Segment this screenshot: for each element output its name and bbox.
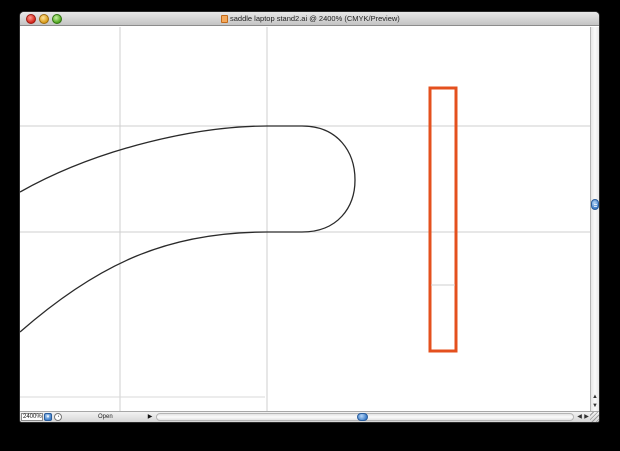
selected-rectangle[interactable] <box>428 86 458 353</box>
document-proxy-icon[interactable] <box>221 15 228 23</box>
resize-grip[interactable] <box>590 412 599 422</box>
window-title: saddle laptop stand2.ai @ 2400% (CMYK/Pr… <box>230 14 400 23</box>
horizontal-scroll-thumb[interactable] <box>357 413 368 421</box>
zoom-level-field[interactable]: 2400% <box>21 413 43 421</box>
close-button[interactable] <box>26 14 36 24</box>
navigator-icon[interactable]: ◔ <box>54 413 62 421</box>
minimize-button[interactable] <box>39 14 49 24</box>
status-bar: 2400% ▾ ◔ Open ▶ ◀ ▶ <box>20 411 599 422</box>
horizontal-scrollbar[interactable] <box>156 413 574 421</box>
artwork <box>20 27 590 411</box>
title-bar[interactable]: saddle laptop stand2.ai @ 2400% (CMYK/Pr… <box>20 12 599 26</box>
arrow-down-icon[interactable]: ▼ <box>591 402 599 410</box>
status-text: Open <box>98 414 113 420</box>
document-window: saddle laptop stand2.ai @ 2400% (CMYK/Pr… <box>20 12 599 422</box>
saddle-curve-path[interactable] <box>20 125 356 333</box>
zoom-button[interactable] <box>52 14 62 24</box>
status-menu-button[interactable]: ▶ <box>146 412 154 422</box>
chevron-down-icon[interactable]: ▾ <box>44 413 52 421</box>
vertical-scrollbar[interactable]: ▲ ▼ <box>590 27 599 411</box>
arrow-up-icon[interactable]: ▲ <box>591 393 599 401</box>
artboard-canvas[interactable] <box>20 27 590 411</box>
vertical-scroll-thumb[interactable] <box>591 199 599 210</box>
